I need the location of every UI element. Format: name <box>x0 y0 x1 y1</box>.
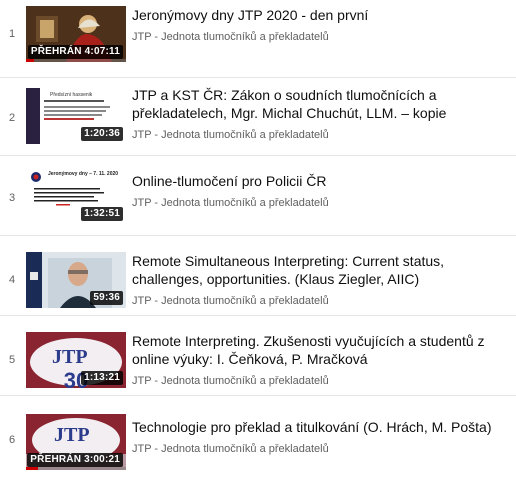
playlist-item[interactable]: 2 Předsíznì hassenik 1:20:36 JTP a KST Č… <box>0 78 516 156</box>
video-thumbnail[interactable]: JTP PŘEHRÁN 3:00:21 <box>26 414 126 470</box>
video-title[interactable]: Online-tlumočení pro Policii ČR <box>132 172 510 190</box>
playlist-item[interactable]: 6 JTP PŘEHRÁN 3:00:21 Technologie pro př… <box>0 398 516 476</box>
playlist-item[interactable]: 4 59:36 Remote Simultaneous Interpreting… <box>0 238 516 316</box>
watched-duration-badge: PŘEHRÁN 4:07:11 <box>27 45 123 59</box>
item-index: 5 <box>8 354 16 366</box>
duration-badge: 1:13:21 <box>81 371 123 385</box>
video-title[interactable]: Remote Interpreting. Zkušenosti vyučujíc… <box>132 332 510 368</box>
video-thumbnail[interactable]: Jeronýmovy dny – 7. 11. 2020 1:32:51 <box>26 168 126 224</box>
playlist-item[interactable]: 3 Jeronýmovy dny – 7. 11. 2020 1:32:51 O… <box>0 158 516 236</box>
item-index: 1 <box>8 28 16 40</box>
video-title[interactable]: Technologie pro překlad a titulkování (O… <box>132 418 510 436</box>
logo-text: JTP <box>52 346 88 368</box>
video-thumbnail[interactable]: Předsíznì hassenik 1:20:36 <box>26 88 126 144</box>
video-title[interactable]: JTP a KST ČR: Zákon o soudních tlumočníc… <box>132 86 510 122</box>
video-thumbnail[interactable]: 30 JTP 1:13:21 <box>26 332 126 388</box>
video-title[interactable]: Remote Simultaneous Interpreting: Curren… <box>132 252 510 288</box>
slide-heading: Předsíznì hassenik <box>50 92 93 98</box>
playlist-item[interactable]: 1 PŘEHRÁN 4:07:11 Jeronýmovy dny JTP 202… <box>0 0 516 78</box>
item-index: 4 <box>8 274 16 286</box>
channel-name[interactable]: JTP - Jednota tlumočníků a překladatelů <box>132 374 510 388</box>
channel-name[interactable]: JTP - Jednota tlumočníků a překladatelů <box>132 294 510 308</box>
channel-name[interactable]: JTP - Jednota tlumočníků a překladatelů <box>132 30 510 44</box>
watched-duration-badge: PŘEHRÁN 3:00:21 <box>27 453 123 467</box>
watch-progress-bar <box>26 467 38 470</box>
item-index: 2 <box>8 112 16 124</box>
item-index: 3 <box>8 192 16 204</box>
playlist: 1 PŘEHRÁN 4:07:11 Jeronýmovy dny JTP 202… <box>0 0 516 480</box>
channel-name[interactable]: JTP - Jednota tlumočníků a překladatelů <box>132 442 510 456</box>
duration-badge: 1:32:51 <box>81 207 123 221</box>
playlist-item[interactable]: 5 30 JTP 1:13:21 Remote Interpreting. Zk… <box>0 318 516 396</box>
video-thumbnail[interactable]: PŘEHRÁN 4:07:11 <box>26 6 126 62</box>
video-thumbnail[interactable]: 59:36 <box>26 252 126 308</box>
logo-text: JTP <box>54 424 90 446</box>
watch-progress-bar <box>26 59 34 62</box>
progress-track <box>26 467 126 470</box>
duration-badge: 59:36 <box>90 291 123 305</box>
channel-name[interactable]: JTP - Jednota tlumočníků a překladatelů <box>132 128 510 142</box>
progress-track <box>26 59 126 62</box>
duration-badge: 1:20:36 <box>81 127 123 141</box>
item-index: 6 <box>8 434 16 446</box>
slide-heading: Jeronýmovy dny – 7. 11. 2020 <box>48 171 119 177</box>
video-title[interactable]: Jeronýmovy dny JTP 2020 - den první <box>132 6 510 24</box>
channel-name[interactable]: JTP - Jednota tlumočníků a překladatelů <box>132 196 510 210</box>
